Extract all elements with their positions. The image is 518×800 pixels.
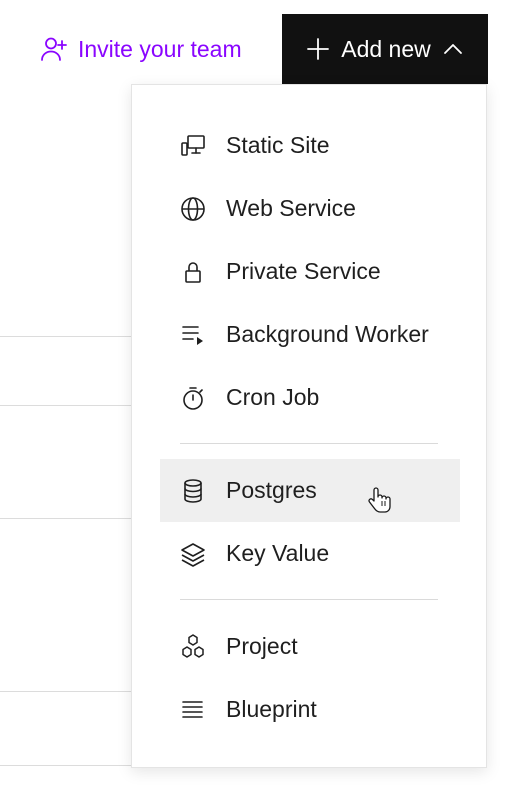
menu-separator <box>180 443 438 444</box>
add-new-dropdown-menu: Static Site Web Service Private Service … <box>131 84 487 768</box>
top-bar: Invite your team Add new <box>0 0 518 84</box>
menu-item-label: Project <box>226 633 298 659</box>
menu-item-postgres[interactable]: Postgres <box>160 459 460 522</box>
lock-icon <box>180 259 206 285</box>
menu-item-label: Web Service <box>226 195 356 221</box>
menu-item-web-service[interactable]: Web Service <box>160 177 460 240</box>
menu-item-label: Private Service <box>226 258 381 284</box>
hand-pointer-icon <box>368 486 394 519</box>
globe-icon <box>180 196 206 222</box>
add-new-label: Add new <box>341 35 431 62</box>
background-worker-icon <box>180 322 206 348</box>
database-icon <box>180 478 206 504</box>
menu-item-cron-job[interactable]: Cron Job <box>160 366 460 429</box>
chevron-up-icon <box>443 42 463 56</box>
menu-item-static-site[interactable]: Static Site <box>160 114 460 177</box>
layers-icon <box>180 541 206 567</box>
page: Invite your team Add new Static Site Web… <box>0 0 518 800</box>
static-site-icon <box>180 133 206 159</box>
menu-item-blueprint[interactable]: Blueprint <box>160 678 460 741</box>
menu-item-background-worker[interactable]: Background Worker <box>160 303 460 366</box>
menu-item-project[interactable]: Project <box>160 615 460 678</box>
menu-item-label: Background Worker <box>226 321 429 347</box>
menu-item-private-service[interactable]: Private Service <box>160 240 460 303</box>
menu-item-label: Blueprint <box>226 696 317 722</box>
stopwatch-icon <box>180 385 206 411</box>
list-lines-icon <box>180 697 206 723</box>
menu-item-label: Cron Job <box>226 384 320 410</box>
invite-team-link[interactable]: Invite your team <box>40 30 242 68</box>
plus-icon <box>307 38 330 60</box>
menu-item-label: Static Site <box>226 132 330 158</box>
menu-separator <box>180 599 438 600</box>
add-new-button[interactable]: Add new <box>282 14 488 84</box>
menu-item-label: Postgres <box>226 477 317 503</box>
add-user-icon <box>40 35 68 63</box>
menu-item-label: Key Value <box>226 540 330 566</box>
menu-item-key-value[interactable]: Key Value <box>160 522 460 585</box>
invite-team-label: Invite your team <box>78 35 242 62</box>
hexagons-icon <box>180 633 206 660</box>
